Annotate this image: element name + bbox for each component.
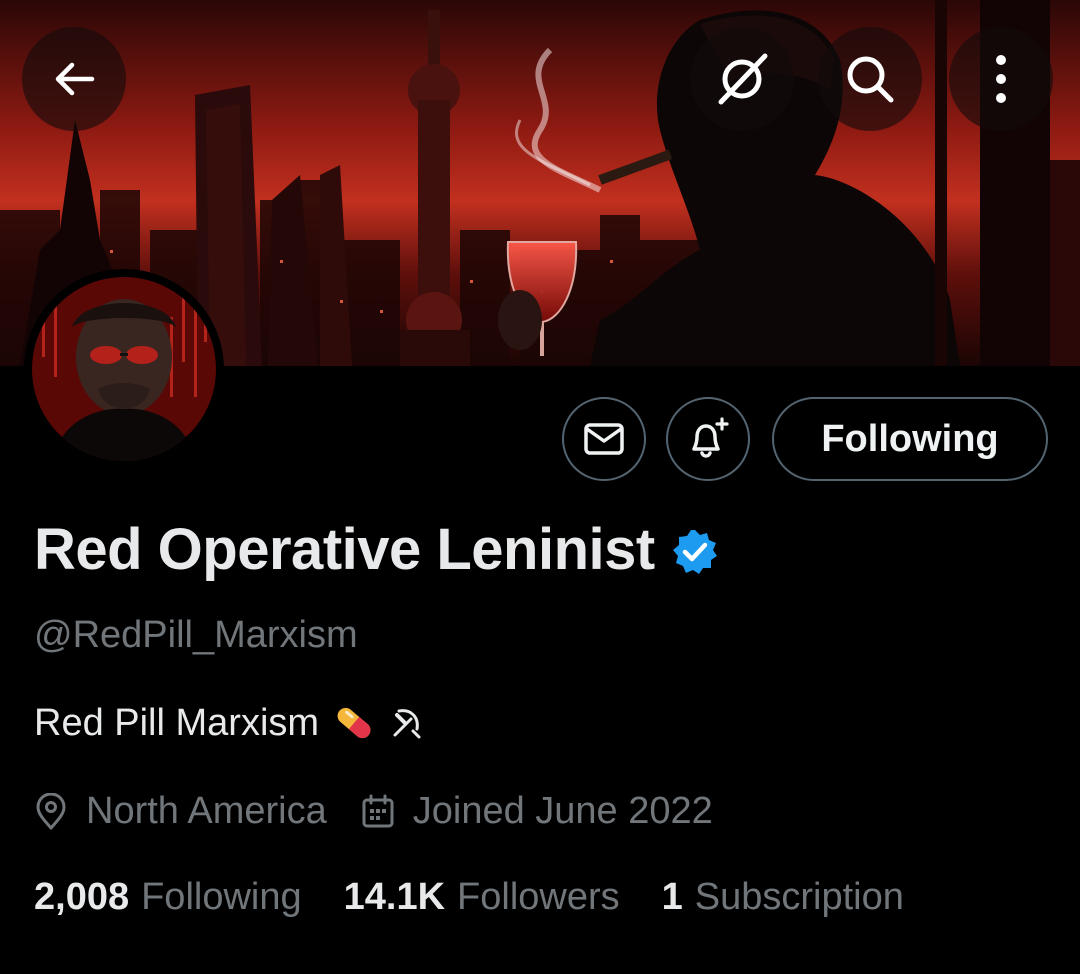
location-text: North America xyxy=(86,790,327,832)
following-button[interactable]: Following xyxy=(772,397,1048,481)
pill-emoji-icon xyxy=(331,700,377,746)
subscription-count: 1 xyxy=(661,876,683,918)
display-name-row: Red Operative Leninist xyxy=(34,516,719,583)
more-button[interactable] xyxy=(949,27,1053,131)
verified-badge-icon[interactable] xyxy=(671,528,719,576)
followers-stat[interactable]: 14.1K Followers xyxy=(344,876,620,919)
subscription-stat[interactable]: 1 Subscription xyxy=(662,876,904,919)
notify-button[interactable] xyxy=(666,397,750,481)
following-stat[interactable]: 2,008 Following xyxy=(34,876,302,919)
following-label: Following xyxy=(141,876,302,918)
profile-stats: 2,008 Following 14.1K Followers 1 Subscript… xyxy=(34,876,904,919)
bio-text: Red Pill Marxism xyxy=(34,701,320,744)
search-button[interactable] xyxy=(818,27,922,131)
profile-meta: North America Joined June 2022 xyxy=(34,790,713,833)
joined-item: Joined June 2022 xyxy=(361,790,713,833)
arrow-left-icon xyxy=(55,62,95,96)
hammer-and-sickle-icon xyxy=(389,705,425,741)
location-pin-icon xyxy=(36,792,66,829)
followers-count: 14.1K xyxy=(343,876,446,918)
more-vertical-icon xyxy=(996,55,1006,103)
search-icon xyxy=(847,56,894,103)
subscription-label: Subscription xyxy=(694,876,904,918)
message-button[interactable] xyxy=(562,397,646,481)
bell-plus-icon xyxy=(692,417,729,458)
mail-icon xyxy=(584,423,624,455)
location-item: North America xyxy=(34,790,327,833)
back-button[interactable] xyxy=(22,27,126,131)
joined-text: Joined June 2022 xyxy=(412,790,713,832)
avatar-image xyxy=(32,277,216,461)
profile-bio: Red Pill Marxism xyxy=(34,700,425,746)
calendar-icon xyxy=(362,794,394,827)
profile-handle: @RedPill_Marxism xyxy=(34,614,358,656)
avatar[interactable] xyxy=(24,269,224,469)
display-name: Red Operative Leninist xyxy=(34,517,655,582)
following-count: 2,008 xyxy=(34,876,130,918)
followers-label: Followers xyxy=(457,876,620,918)
following-button-label: Following xyxy=(821,417,999,460)
grok-button[interactable] xyxy=(690,27,794,131)
grok-icon xyxy=(718,53,768,105)
